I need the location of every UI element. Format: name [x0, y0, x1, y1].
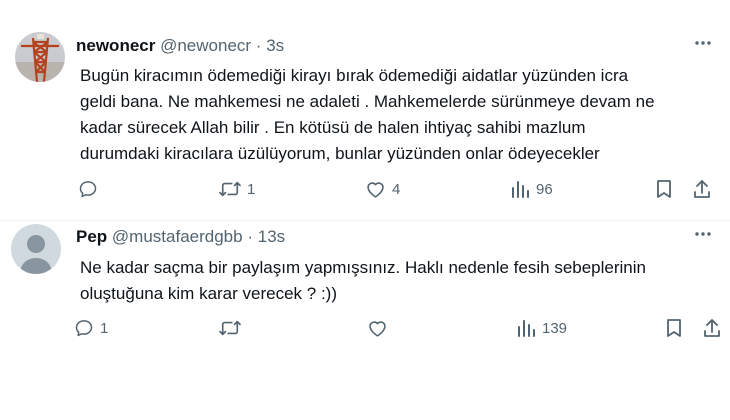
reply-icon	[75, 320, 93, 337]
bookmark-button[interactable]	[655, 179, 673, 199]
reply-count: 1	[100, 319, 109, 337]
display-name[interactable]: Pep	[76, 227, 107, 246]
share-button[interactable]	[702, 318, 722, 338]
like-button[interactable]: 4	[365, 179, 400, 199]
tweet-text: Ne kadar saçma bir paylaşım yapmışsınız.…	[80, 255, 710, 307]
heart-icon	[367, 182, 384, 198]
tweet[interactable]: Pep @mustafaerdgbb · 13s Ne kadar saçma …	[0, 220, 730, 370]
like-count: 4	[392, 180, 401, 198]
bookmark-icon	[667, 319, 681, 337]
tweet[interactable]: newonecr @newonecr · 3s Bugün kiracımın …	[0, 24, 730, 221]
tweet-header: newonecr @newonecr · 3s	[76, 36, 284, 56]
view-count: 139	[542, 319, 568, 337]
reply-icon	[79, 181, 97, 198]
user-handle[interactable]: @mustafaerdgbb	[112, 227, 243, 246]
separator: ·	[255, 36, 262, 55]
tweet-text-line: Bugün kiracımın ödemediği kirayı bırak ö…	[80, 66, 629, 85]
tweet-text-line: durumdaki kiracılara üzülüyorum, bunlar …	[80, 144, 600, 163]
tweet-text-line: oluştuğuna kim karar verecek ? :))	[80, 284, 337, 303]
avatar[interactable]	[15, 32, 65, 82]
repost-button[interactable]: 1	[219, 179, 255, 199]
views-button[interactable]: 96	[510, 179, 553, 199]
view-count: 96	[536, 180, 553, 198]
tweet-text-line: kadar sürecek Allah bilir . En kötüsü de…	[80, 118, 586, 137]
views-button[interactable]: 139	[516, 318, 567, 338]
separator: ·	[247, 227, 253, 246]
timestamp[interactable]: 3s	[266, 36, 284, 55]
like-button[interactable]	[367, 318, 394, 338]
views-icon	[518, 320, 535, 337]
bookmark-button[interactable]	[665, 318, 683, 338]
reply-button[interactable]: 1	[74, 318, 108, 338]
share-icon	[704, 319, 720, 337]
reply-button[interactable]	[78, 179, 104, 199]
tweet-header: Pep @mustafaerdgbb · 13s	[76, 227, 285, 247]
views-icon	[512, 181, 529, 198]
repost-icon	[219, 320, 241, 336]
user-handle[interactable]: @newonecr	[160, 36, 251, 55]
tweet-text: Bugün kiracımın ödemediği kirayı bırak ö…	[80, 63, 700, 167]
share-icon	[694, 180, 710, 198]
avatar[interactable]	[11, 224, 61, 274]
more-icon[interactable]	[694, 225, 712, 248]
share-button[interactable]	[692, 179, 712, 199]
repost-button[interactable]	[219, 318, 247, 338]
bookmark-icon	[657, 180, 671, 198]
repost-count: 1	[247, 180, 256, 198]
tweet-text-line: geldi bana. Ne mahkemesi ne adaleti . Ma…	[80, 92, 655, 111]
timestamp[interactable]: 13s	[258, 227, 285, 246]
tweet-text-line: Ne kadar saçma bir paylaşım yapmışsınız.…	[80, 258, 646, 277]
more-icon[interactable]	[694, 34, 712, 57]
heart-icon	[369, 321, 386, 337]
repost-icon	[219, 181, 241, 197]
display-name[interactable]: newonecr	[76, 36, 155, 55]
